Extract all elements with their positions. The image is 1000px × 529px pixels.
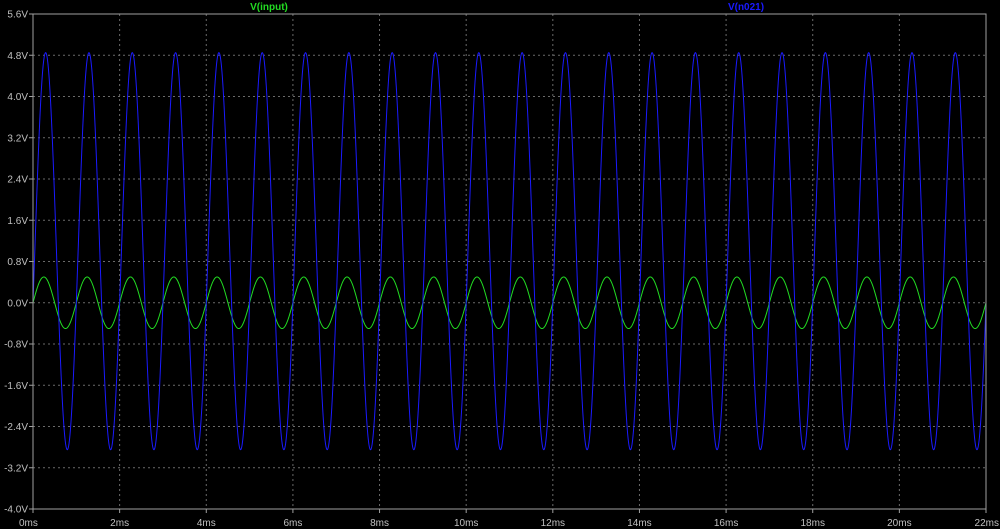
y-tick-label: 4.8V: [7, 51, 28, 62]
y-tick-label: 0.0V: [7, 298, 28, 309]
legend: V(input) V(n021): [250, 2, 764, 13]
x-tick-label: 2ms: [110, 518, 129, 529]
legend-v-n021[interactable]: V(n021): [728, 2, 764, 13]
x-tick-label: 4ms: [197, 518, 216, 529]
y-tick-label: -1.6V: [4, 381, 28, 392]
y-tick-label: -4.0V: [4, 505, 28, 516]
y-tick-label: 0.8V: [7, 257, 28, 268]
y-tick-label: 4.0V: [7, 92, 28, 103]
x-tick-label: 18ms: [801, 518, 825, 529]
y-tick-label: 1.6V: [7, 216, 28, 227]
x-tick-label: 14ms: [627, 518, 651, 529]
y-tick-label: -0.8V: [4, 340, 28, 351]
x-tick-label: 12ms: [541, 518, 565, 529]
waveform-plot[interactable]: 5.6V 4.8V 4.0V 3.2V 2.4V 1.6V 0.8V 0.0V -0.8V -1.…: [0, 0, 1000, 529]
y-tick-label: 2.4V: [7, 175, 28, 186]
x-axis-ticks: 0ms 2ms 4ms 6ms 8ms 10ms 12ms 14ms 16ms 18ms 20ms 2…: [19, 509, 999, 529]
y-tick-label: -2.4V: [4, 422, 28, 433]
legend-v-input[interactable]: V(input): [250, 2, 288, 13]
x-tick-label: 8ms: [370, 518, 389, 529]
series-line-v-n021[interactable]: [32, 52, 987, 451]
series-layer: [32, 52, 987, 451]
x-tick-label: 16ms: [714, 518, 738, 529]
x-tick-label: 20ms: [887, 518, 911, 529]
y-tick-label: 3.2V: [7, 133, 28, 144]
grid: [33, 14, 986, 509]
x-tick-label: 10ms: [454, 518, 478, 529]
y-axis-ticks: 5.6V 4.8V 4.0V 3.2V 2.4V 1.6V 0.8V 0.0V -0.8V -1.…: [4, 10, 33, 516]
y-tick-label: 5.6V: [7, 10, 28, 21]
y-tick-label: -3.2V: [4, 463, 28, 474]
x-tick-label: 22ms: [975, 518, 999, 529]
x-tick-label: 0ms: [19, 518, 38, 529]
x-tick-label: 6ms: [283, 518, 302, 529]
